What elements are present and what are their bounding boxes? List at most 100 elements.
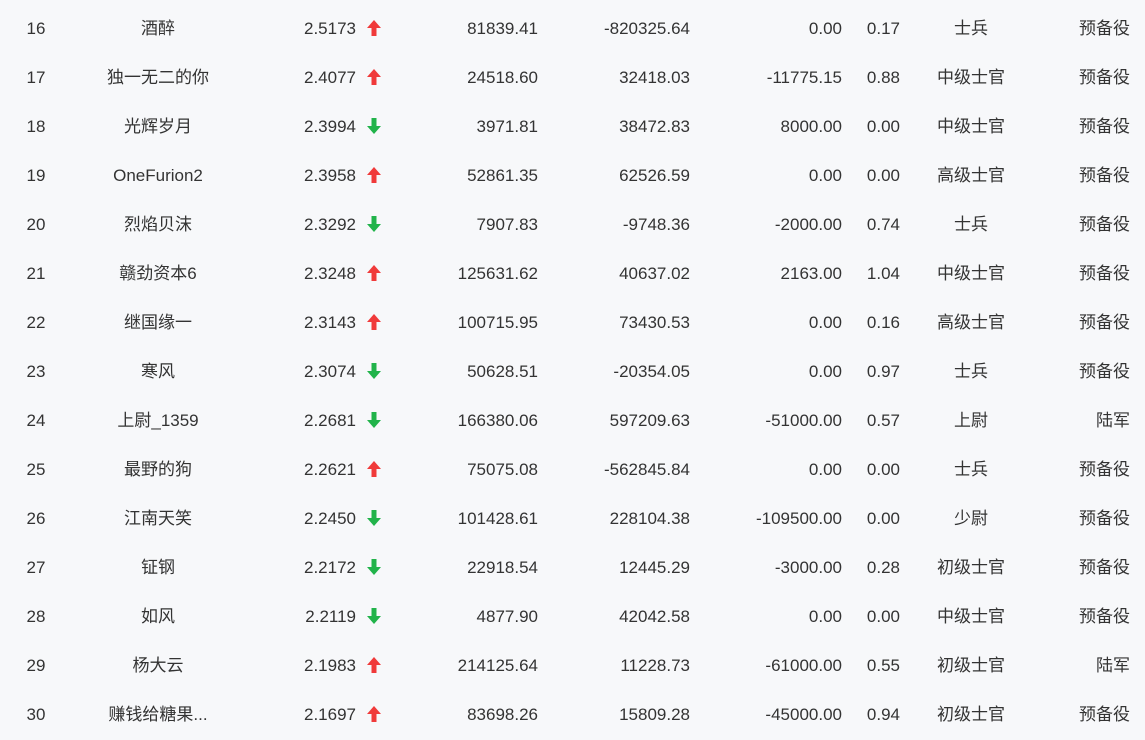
trend-cell — [362, 151, 386, 200]
user-name-cell[interactable]: 赣劲资本6 — [88, 249, 228, 298]
table-row[interactable]: 29 杨大云 2.1983 214125.64 11228.73 -61000.… — [0, 641, 1145, 690]
value-cell-1: 50628.51 — [467, 362, 538, 381]
value-cell-3: -2000.00 — [774, 215, 842, 234]
table-row[interactable]: 21 赣劲资本6 2.3248 125631.62 40637.02 2163.… — [0, 249, 1145, 298]
rank-cell: 16 — [26, 19, 46, 38]
user-name-cell[interactable]: 酒醉 — [88, 4, 228, 53]
arrow-up-icon — [367, 705, 381, 722]
value-cell-3: 0.00 — [808, 460, 842, 479]
rank-cell: 23 — [26, 362, 46, 381]
value-cell-2: 38472.83 — [619, 117, 690, 136]
military-rank-cell: 士兵 — [954, 460, 988, 479]
value-cell-3: -51000.00 — [765, 411, 842, 430]
rank-cell: 27 — [26, 558, 46, 577]
table-row[interactable]: 17 独一无二的你 2.4077 24518.60 32418.03 -1177… — [0, 53, 1145, 102]
table-row[interactable]: 22 继国缘一 2.3143 100715.95 73430.53 0.00 0… — [0, 298, 1145, 347]
user-name-cell[interactable]: 独一无二的你 — [88, 53, 228, 102]
value-cell-1: 125631.62 — [457, 264, 538, 283]
value-cell-1: 24518.60 — [467, 68, 538, 87]
score-cell: 2.2450 — [304, 509, 356, 528]
arrow-up-icon — [367, 68, 381, 85]
value-cell-1: 81839.41 — [467, 19, 538, 38]
user-name-cell[interactable]: 烈焰贝沫 — [88, 200, 228, 249]
rank-cell: 19 — [26, 166, 46, 185]
value-cell-2: 597209.63 — [609, 411, 690, 430]
user-name-cell[interactable]: 江南天笑 — [88, 494, 228, 543]
military-rank-cell: 士兵 — [954, 362, 988, 381]
value-cell-4: 0.88 — [866, 68, 900, 87]
trend-cell — [362, 396, 386, 445]
user-name-cell[interactable]: 赚钱给糖果... — [88, 690, 228, 739]
value-cell-2: -562845.84 — [603, 460, 690, 479]
table-row[interactable]: 16 酒醉 2.5173 81839.41 -820325.64 0.00 0.… — [0, 4, 1145, 53]
value-cell-1: 7907.83 — [476, 215, 538, 234]
value-cell-3: -61000.00 — [765, 656, 842, 675]
branch-cell: 预备役 — [1079, 166, 1130, 185]
value-cell-2: 40637.02 — [619, 264, 690, 283]
branch-cell: 预备役 — [1079, 607, 1130, 626]
score-cell: 2.3143 — [304, 313, 356, 332]
arrow-down-icon — [367, 362, 381, 379]
military-rank-cell: 初级士官 — [937, 705, 1005, 724]
arrow-up-icon — [367, 264, 381, 281]
user-name-cell[interactable]: 继国缘一 — [88, 298, 228, 347]
value-cell-3: 0.00 — [808, 362, 842, 381]
user-name-cell[interactable]: 杨大云 — [88, 641, 228, 690]
trend-cell — [362, 445, 386, 494]
rank-cell: 28 — [26, 607, 46, 626]
ranking-table: 16 酒醉 2.5173 81839.41 -820325.64 0.00 0.… — [0, 0, 1145, 740]
rank-cell: 29 — [26, 656, 46, 675]
table-row[interactable]: 28 如风 2.2119 4877.90 42042.58 0.00 0.00 … — [0, 592, 1145, 641]
user-name-cell[interactable]: 光辉岁月 — [88, 102, 228, 151]
arrow-down-icon — [367, 607, 381, 624]
table-row[interactable]: 24 上尉_1359 2.2681 166380.06 597209.63 -5… — [0, 396, 1145, 445]
table-row[interactable]: 18 光辉岁月 2.3994 3971.81 38472.83 8000.00 … — [0, 102, 1145, 151]
user-name-cell[interactable]: 最野的狗 — [88, 445, 228, 494]
rank-cell: 20 — [26, 215, 46, 234]
trend-cell — [362, 494, 386, 543]
value-cell-2: 32418.03 — [619, 68, 690, 87]
trend-cell — [362, 4, 386, 53]
table-row[interactable]: 27 钲钢 2.2172 22918.54 12445.29 -3000.00 … — [0, 543, 1145, 592]
user-name-cell[interactable]: 上尉_1359 — [88, 396, 228, 445]
table-row[interactable]: 25 最野的狗 2.2621 75075.08 -562845.84 0.00 … — [0, 445, 1145, 494]
score-cell: 2.3074 — [304, 362, 356, 381]
table-row[interactable]: 19 OneFurion2 2.3958 52861.35 62526.59 0… — [0, 151, 1145, 200]
value-cell-3: -11775.15 — [766, 68, 842, 87]
table-row[interactable]: 20 烈焰贝沫 2.3292 7907.83 -9748.36 -2000.00… — [0, 200, 1145, 249]
user-name-cell[interactable]: OneFurion2 — [88, 151, 228, 200]
value-cell-2: 62526.59 — [619, 166, 690, 185]
value-cell-4: 0.28 — [866, 558, 900, 577]
military-rank-cell: 初级士官 — [937, 656, 1005, 675]
value-cell-1: 100715.95 — [457, 313, 538, 332]
table-row[interactable]: 30 赚钱给糖果... 2.1697 83698.26 15809.28 -45… — [0, 690, 1145, 739]
value-cell-2: 12445.29 — [619, 558, 690, 577]
branch-cell: 预备役 — [1079, 215, 1130, 234]
user-name-cell[interactable]: 钲钢 — [88, 543, 228, 592]
arrow-up-icon — [367, 313, 381, 330]
rank-cell: 24 — [26, 411, 46, 430]
value-cell-1: 4877.90 — [476, 607, 538, 626]
value-cell-2: -20354.05 — [613, 362, 690, 381]
branch-cell: 预备役 — [1079, 19, 1130, 38]
value-cell-2: 11228.73 — [620, 656, 690, 675]
value-cell-2: 15809.28 — [619, 705, 690, 724]
user-name-cell[interactable]: 寒风 — [88, 347, 228, 396]
arrow-up-icon — [367, 460, 381, 477]
table-row[interactable]: 23 寒风 2.3074 50628.51 -20354.05 0.00 0.9… — [0, 347, 1145, 396]
rank-cell: 25 — [26, 460, 46, 479]
value-cell-3: -3000.00 — [774, 558, 842, 577]
score-cell: 2.4077 — [304, 68, 356, 87]
rank-cell: 30 — [26, 705, 46, 724]
rank-cell: 18 — [26, 117, 46, 136]
trend-cell — [362, 200, 386, 249]
value-cell-4: 0.00 — [866, 607, 900, 626]
value-cell-4: 0.57 — [866, 411, 900, 430]
table-row[interactable]: 26 江南天笑 2.2450 101428.61 228104.38 -1095… — [0, 494, 1145, 543]
value-cell-4: 0.94 — [866, 705, 900, 724]
military-rank-cell: 初级士官 — [937, 558, 1005, 577]
value-cell-2: -9748.36 — [622, 215, 690, 234]
value-cell-1: 83698.26 — [467, 705, 538, 724]
branch-cell: 预备役 — [1079, 68, 1130, 87]
user-name-cell[interactable]: 如风 — [88, 592, 228, 641]
